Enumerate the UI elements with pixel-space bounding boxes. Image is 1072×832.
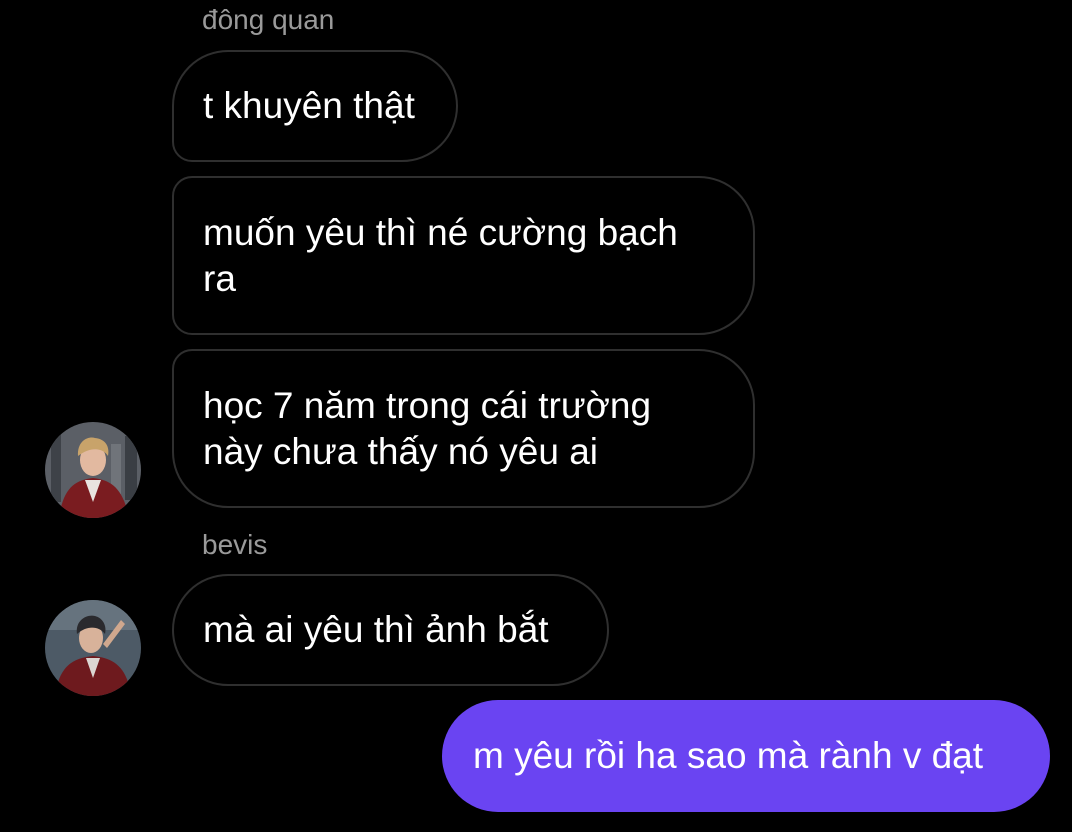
message-text: học 7 năm trong cái trường này chưa thấy…: [203, 384, 652, 472]
message-text: muốn yêu thì né cường bạch ra: [203, 211, 678, 299]
avatar-photo-icon: [45, 600, 141, 696]
outgoing-message[interactable]: m yêu rồi ha sao mà rành v đạt: [442, 700, 1050, 812]
sender-name-bevis: bevis: [202, 529, 268, 560]
avatar-photo-icon: [45, 422, 141, 518]
avatar-bevis[interactable]: [45, 600, 141, 696]
incoming-message[interactable]: mà ai yêu thì ảnh bắt: [172, 574, 609, 686]
incoming-message[interactable]: t khuyên thật: [172, 50, 458, 162]
incoming-message[interactable]: học 7 năm trong cái trường này chưa thấy…: [172, 349, 755, 508]
message-text: m yêu rồi ha sao mà rành v đạt: [473, 735, 984, 776]
sender-name-dong-quan: đông quan: [202, 4, 335, 35]
avatar-dong-quan[interactable]: [45, 422, 141, 518]
message-text: t khuyên thật: [203, 85, 415, 126]
message-text: mà ai yêu thì ảnh bắt: [203, 609, 549, 650]
incoming-message[interactable]: muốn yêu thì né cường bạch ra: [172, 176, 755, 335]
